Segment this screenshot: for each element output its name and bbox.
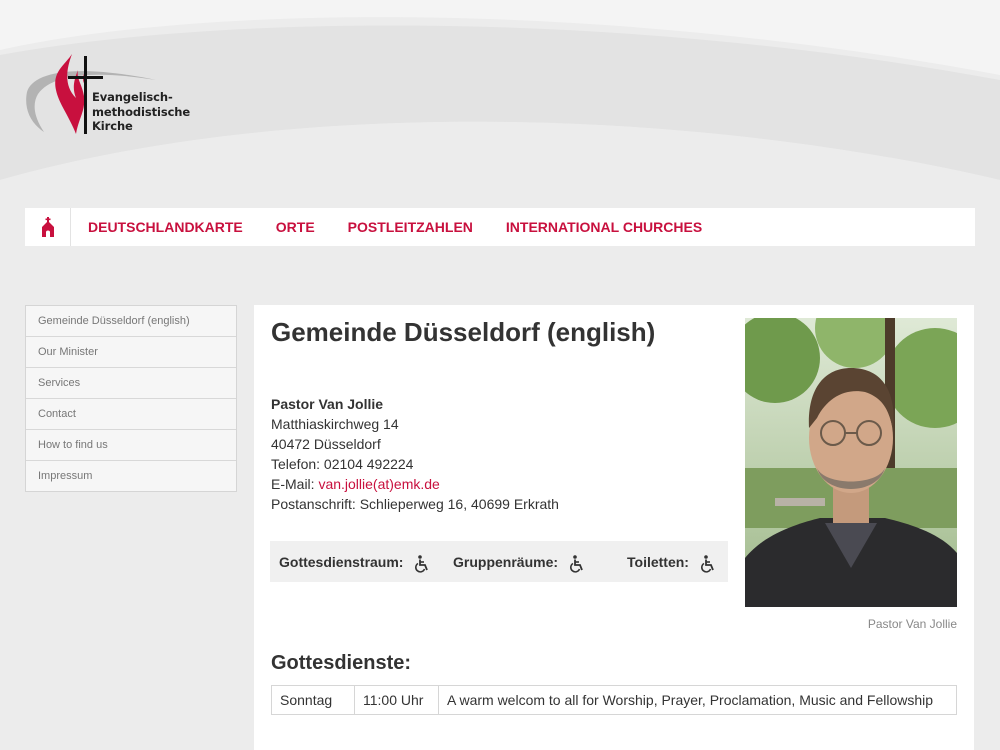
sidebar-item-how-to-find-us[interactable]: How to find us [26,430,236,461]
logo-wordmark: Evangelisch- methodistische Kirche [92,90,190,134]
access-label: Toiletten: [627,553,689,570]
photo-caption: Pastor Van Jollie [867,617,957,631]
address-city: 40472 Düsseldorf [271,436,381,452]
nav-orte[interactable]: ORTE [276,219,315,235]
service-day: Sonntag [271,685,355,715]
wheelchair-icon [701,554,714,573]
nav-deutschlandkarte[interactable]: DEUTSCHLANDKARTE [88,219,243,235]
address-street: Matthiaskirchweg 14 [271,416,399,432]
access-label: Gottesdienstraum: [279,553,404,570]
logo-line-3: Kirche [92,119,133,133]
page-title: Gemeinde Düsseldorf (english) [271,317,656,347]
phone-number: Telefon: 02104 492224 [271,456,414,472]
email-prefix: E-Mail: [271,476,319,492]
sidebar-item-services[interactable]: Services [26,368,236,399]
sidebar-menu: Gemeinde Düsseldorf (english) Our Minist… [25,305,237,492]
services-heading: Gottesdienste: [271,652,412,674]
wheelchair-icon [415,554,429,573]
contact-address: Pastor Van Jollie Matthiaskirchweg 14 40… [271,394,559,514]
email-line: E-Mail: van.jollie(at)emk.de [271,474,559,494]
access-toiletten: Toiletten: [627,551,717,573]
church-icon [41,217,54,237]
service-time: 11:00 Uhr [354,685,439,715]
sidebar-item-gemeinde[interactable]: Gemeinde Düsseldorf (english) [26,306,236,337]
nav-postleitzahlen[interactable]: POSTLEITZAHLEN [348,219,473,235]
email-link[interactable]: van.jollie(at)emk.de [318,476,439,492]
nav-home-button[interactable] [25,208,71,246]
postal-address: Postanschrift: Schlieperweg 16, 40699 Er… [271,496,559,512]
sidebar-item-our-minister[interactable]: Our Minister [26,337,236,368]
accessibility-bar: Gottesdienstraum: Gruppenräume: Toilette… [270,541,728,582]
access-gottesdienstraum: Gottesdienstraum: [279,551,453,573]
wheelchair-icon [570,554,583,573]
access-gruppenraeume: Gruppenräume: [453,551,627,573]
sidebar-item-contact[interactable]: Contact [26,399,236,430]
nav-international-churches[interactable]: INTERNATIONAL CHURCHES [506,219,702,235]
pastor-name: Pastor Van Jollie [271,396,384,412]
services-table: Sonntag 11:00 Uhr A warm welcom to all f… [271,685,957,715]
sidebar-item-impressum[interactable]: Impressum [26,461,236,491]
logo-line-2: methodistische [92,104,191,119]
table-row: Sonntag 11:00 Uhr A warm welcom to all f… [271,685,957,715]
logo-line-1: Evangelisch- [92,90,173,104]
main-content: Gemeinde Düsseldorf (english) Pastor Van… [254,305,974,750]
service-description: A warm welcom to all for Worship, Prayer… [438,685,957,715]
main-navigation: DEUTSCHLANDKARTE ORTE POSTLEITZAHLEN INT… [25,208,975,246]
access-label: Gruppenräume: [453,553,559,570]
pastor-photo [745,318,957,607]
